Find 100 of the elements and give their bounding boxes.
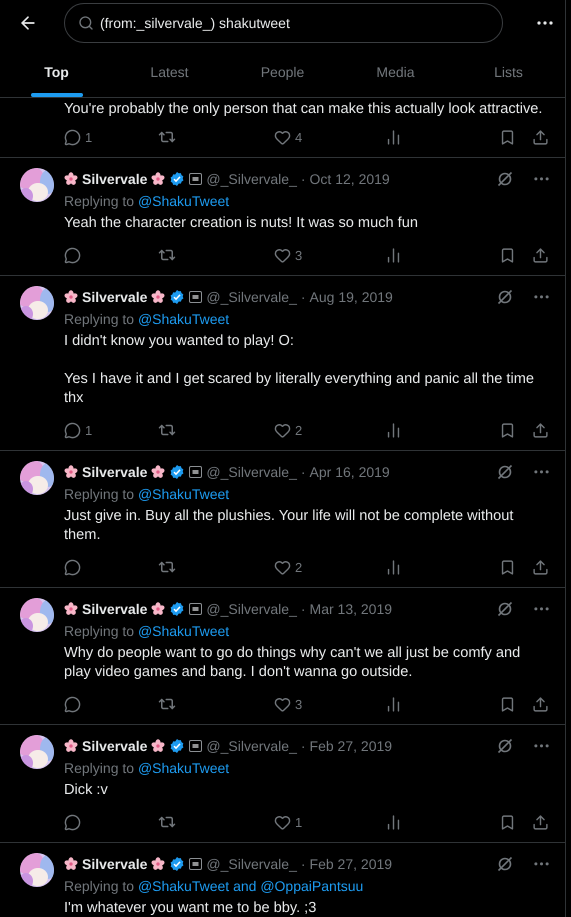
mention-link[interactable]: @ShakuTweet (138, 193, 230, 209)
like-button[interactable]: 3 (274, 246, 385, 264)
tweet-text: Yeah the character creation is nuts! It was so much fun (64, 214, 419, 233)
slashed-circle-icon[interactable] (496, 855, 514, 873)
verified-badge-icon (169, 856, 186, 872)
handle: @_Silvervale_ (206, 601, 297, 617)
reply-button[interactable]: 1 (64, 422, 158, 438)
tweet-date[interactable]: Feb 27, 2019 (310, 856, 392, 872)
verified-badge-icon (169, 171, 186, 187)
bookmark-button[interactable] (499, 696, 516, 712)
subscriber-icon (189, 740, 202, 752)
mention-link[interactable]: @ShakuTweet (138, 623, 230, 639)
bookmark-button[interactable] (499, 558, 516, 576)
mention-link[interactable]: @ShakuTweet (138, 760, 230, 776)
tweet-date[interactable]: Aug 19, 2019 (310, 289, 393, 305)
bookmark-button[interactable] (499, 246, 516, 264)
share-button[interactable] (532, 814, 549, 830)
slashed-circle-icon[interactable] (496, 600, 514, 618)
separator-dot: · (300, 289, 306, 305)
share-button[interactable] (532, 246, 549, 264)
subscriber-icon (189, 603, 202, 615)
display-name[interactable]: Silvervale (82, 171, 148, 187)
tweet-text: You're probably the only person that can make this actually look attractive. (64, 100, 544, 119)
heart-icon (274, 246, 291, 264)
mention-link[interactable]: @ShakuTweet (138, 486, 230, 502)
verified-badge-icon (169, 464, 186, 480)
separator-dot: · (300, 856, 306, 872)
bar-chart-icon (385, 246, 402, 264)
bookmark-icon (499, 558, 516, 576)
bookmark-icon (499, 696, 516, 712)
speech-bubble-icon (64, 814, 81, 830)
slashed-circle-icon[interactable] (496, 288, 514, 306)
share-button[interactable] (532, 558, 549, 576)
tab[interactable]: People (226, 46, 339, 97)
avatar[interactable] (20, 286, 54, 320)
replying-label: Replying to (64, 878, 134, 894)
verified-badge-icon (169, 601, 186, 617)
handle: @_Silvervale_ (206, 289, 297, 305)
share-button[interactable] (532, 128, 549, 146)
tab[interactable]: Top (0, 46, 113, 97)
like-button[interactable]: 2 (274, 558, 385, 576)
like-button[interactable]: 1 (274, 814, 385, 830)
avatar[interactable] (20, 735, 54, 769)
bar-chart-icon (385, 128, 402, 146)
tab[interactable]: Latest (113, 46, 226, 97)
display-name[interactable]: Silvervale (82, 738, 148, 754)
subscriber-icon (189, 466, 202, 478)
avatar[interactable] (20, 461, 54, 495)
avatar[interactable] (20, 168, 54, 202)
more-icon (534, 744, 549, 748)
tab[interactable]: Media (339, 46, 452, 97)
tweet-date[interactable]: Mar 13, 2019 (310, 601, 392, 617)
heart-icon (274, 422, 291, 438)
search-field[interactable]: (from:_silvervale_) shakutweet (64, 3, 503, 43)
like-button[interactable]: 3 (274, 696, 385, 712)
share-button[interactable] (532, 422, 549, 438)
flower-icon (64, 602, 78, 616)
tweet-date[interactable]: Oct 12, 2019 (310, 171, 390, 187)
mention-link[interactable]: @ShakuTweet and @OppaiPantsuu (138, 878, 364, 894)
more-button[interactable] (537, 21, 553, 25)
bookmark-icon (499, 814, 516, 830)
share-button[interactable] (532, 696, 549, 712)
slashed-circle-icon[interactable] (496, 170, 514, 188)
avatar[interactable] (20, 853, 54, 887)
subscriber-icon (189, 291, 202, 303)
handle: @_Silvervale_ (206, 171, 297, 187)
more-icon (534, 862, 549, 866)
like-button[interactable]: 2 (274, 422, 385, 438)
heart-icon (274, 558, 291, 576)
more-icon (534, 295, 549, 299)
display-name[interactable]: Silvervale (82, 289, 148, 305)
flower-icon (151, 602, 166, 616)
subscriber-icon (189, 173, 202, 185)
display-name[interactable]: Silvervale (82, 464, 148, 480)
bookmark-button[interactable] (499, 128, 516, 146)
flower-icon (64, 857, 78, 871)
handle: @_Silvervale_ (206, 738, 297, 754)
mention-link[interactable]: @ShakuTweet (138, 311, 230, 327)
bookmark-button[interactable] (499, 814, 516, 830)
separator-dot: · (300, 738, 306, 754)
slashed-circle-icon[interactable] (496, 737, 514, 755)
more-icon (537, 21, 553, 25)
bookmark-button[interactable] (499, 422, 516, 438)
tweet-date[interactable]: Apr 16, 2019 (310, 464, 390, 480)
slashed-circle-icon[interactable] (496, 463, 514, 481)
share-icon (532, 696, 549, 712)
display-name[interactable]: Silvervale (82, 601, 148, 617)
display-name[interactable]: Silvervale (82, 856, 148, 872)
avatar[interactable] (20, 598, 54, 632)
bookmark-icon (499, 422, 516, 438)
replying-label: Replying to (64, 486, 134, 502)
like-button[interactable]: 4 (274, 128, 385, 146)
tab[interactable]: Lists (452, 46, 565, 97)
reply-button[interactable]: 1 (64, 128, 158, 146)
bar-chart-icon (385, 814, 402, 830)
replying-label: Replying to (64, 311, 134, 327)
subscriber-icon (189, 858, 202, 870)
bookmark-icon (499, 246, 516, 264)
replying-label: Replying to (64, 193, 134, 209)
tweet-date[interactable]: Feb 27, 2019 (310, 738, 392, 754)
